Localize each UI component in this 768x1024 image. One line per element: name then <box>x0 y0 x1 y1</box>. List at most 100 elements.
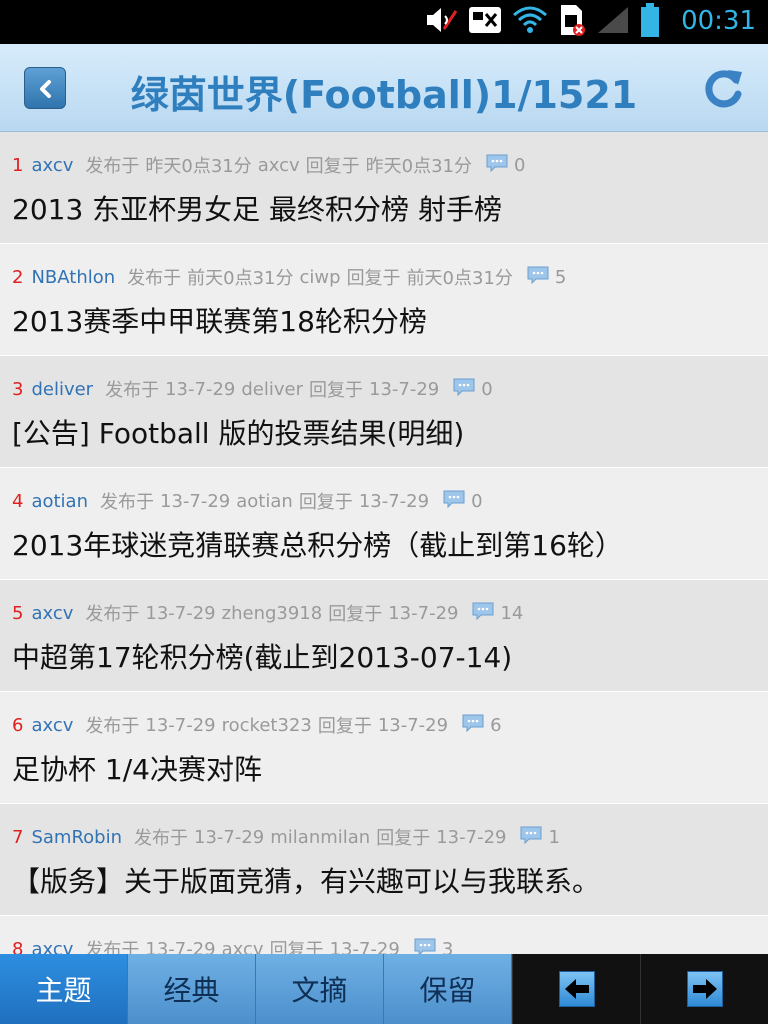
topic-title[interactable]: 2013赛季中甲联赛第18轮积分榜 <box>12 300 427 340</box>
topic-author[interactable]: axcv <box>31 155 73 176</box>
topic-author[interactable]: axcv <box>31 939 73 955</box>
topic-meta: 1 axcv 发布于 昨天0点31分 axcv 回复于 昨天0点31分 0 <box>12 152 525 178</box>
title-bar: 绿茵世界(Football)1/1521 <box>0 44 768 132</box>
topic-index: 6 <box>12 714 24 736</box>
last-replier: axcv <box>221 938 264 955</box>
topic-row[interactable]: 2 NBAthlon 发布于 前天0点31分 ciwp 回复于 前天0点31分 … <box>0 244 768 356</box>
last-replier: aotian <box>236 490 293 512</box>
topic-author[interactable]: SamRobin <box>31 827 122 848</box>
topic-title[interactable]: [公告] Football 版的投票结果(明细) <box>12 412 464 452</box>
tab-classic[interactable]: 经典 <box>128 954 256 1024</box>
reply-time: 13-7-29 <box>436 826 507 848</box>
refresh-button[interactable] <box>700 64 748 112</box>
no-sim-icon <box>468 5 502 39</box>
reply-time: 前天0点31分 <box>406 268 513 289</box>
next-page-button[interactable] <box>640 954 768 1024</box>
wifi-icon <box>512 5 548 39</box>
topic-row[interactable]: 4 aotian 发布于 13-7-29 aotian 回复于 13-7-29 … <box>0 468 768 580</box>
reply-count: 14 <box>500 602 524 624</box>
tab-reserved[interactable]: 保留 <box>384 954 512 1024</box>
reply-label: 回复于 <box>376 828 431 849</box>
reply-label: 回复于 <box>328 604 383 625</box>
topic-title[interactable]: 2013年球迷竞猜联赛总积分榜（截止到第16轮） <box>12 524 623 564</box>
comment-icon <box>443 490 465 513</box>
reply-count: 3 <box>441 938 454 955</box>
topic-title[interactable]: 2013 东亚杯男女足 最终积分榜 射手榜 <box>12 188 502 228</box>
topic-meta: 2 NBAthlon 发布于 前天0点31分 ciwp 回复于 前天0点31分 … <box>12 264 566 290</box>
posted-label: 发布于 <box>85 940 140 954</box>
comment-icon <box>520 826 542 849</box>
topic-row[interactable]: 6 axcv 发布于 13-7-29 rocket323 回复于 13-7-29… <box>0 692 768 804</box>
topic-title[interactable]: 中超第17轮积分榜(截止到2013-07-14) <box>12 636 512 676</box>
arrow-right-icon <box>692 979 717 999</box>
clock: 00:31 <box>681 6 756 36</box>
topic-author[interactable]: NBAthlon <box>31 267 115 288</box>
posted-time: 昨天0点31分 <box>145 156 252 177</box>
last-replier: milanmilan <box>270 826 371 848</box>
posted-label: 发布于 <box>85 716 140 737</box>
reply-time: 昨天0点31分 <box>365 156 473 177</box>
sim-error-icon <box>558 3 586 41</box>
topic-meta: 5 axcv 发布于 13-7-29 zheng3918 回复于 13-7-29… <box>12 600 523 626</box>
comment-icon <box>414 938 436 954</box>
posted-time: 13-7-29 <box>145 714 216 736</box>
posted-label: 发布于 <box>85 604 140 625</box>
tab-topics[interactable]: 主题 <box>0 954 128 1024</box>
last-replier: zheng3918 <box>221 602 323 624</box>
reply-time: 13-7-29 <box>369 378 440 400</box>
posted-label: 发布于 <box>134 828 188 849</box>
topic-author[interactable]: deliver <box>31 379 93 400</box>
topic-list: 1 axcv 发布于 昨天0点31分 axcv 回复于 昨天0点31分 0 20… <box>0 132 768 954</box>
arrow-left-icon <box>564 979 589 999</box>
reply-count: 0 <box>471 490 483 512</box>
topic-title[interactable]: 【版务】关于版面竞猜，有兴趣可以与我联系。 <box>12 860 600 900</box>
topic-index: 4 <box>12 490 24 512</box>
reply-label: 回复于 <box>269 940 324 954</box>
battery-icon <box>640 3 660 41</box>
topic-index: 1 <box>12 154 24 176</box>
status-icons <box>424 3 660 41</box>
reply-label: 回复于 <box>346 268 401 289</box>
topic-row[interactable]: 8 axcv 发布于 13-7-29 axcv 回复于 13-7-29 3 <box>0 916 768 954</box>
reply-label: 回复于 <box>305 156 360 177</box>
topic-author[interactable]: axcv <box>31 603 73 624</box>
reply-count: 1 <box>548 826 560 848</box>
topic-row[interactable]: 7 SamRobin 发布于 13-7-29 milanmilan 回复于 13… <box>0 804 768 916</box>
comment-icon <box>472 602 494 625</box>
last-replier: deliver <box>241 378 303 400</box>
reply-count: 0 <box>514 154 526 176</box>
reply-time: 13-7-29 <box>358 490 430 512</box>
reply-time: 13-7-29 <box>329 938 400 955</box>
comment-icon <box>527 266 549 289</box>
reply-count: 6 <box>490 714 502 736</box>
reply-count: 0 <box>481 378 493 400</box>
comment-icon <box>453 378 475 401</box>
topic-row[interactable]: 5 axcv 发布于 13-7-29 zheng3918 回复于 13-7-29… <box>0 580 768 692</box>
tab-digest[interactable]: 文摘 <box>256 954 384 1024</box>
topic-meta: 8 axcv 发布于 13-7-29 axcv 回复于 13-7-29 3 <box>12 936 453 954</box>
posted-time: 13-7-29 <box>194 826 265 848</box>
topic-index: 5 <box>12 602 24 624</box>
refresh-icon <box>705 70 742 108</box>
mute-icon <box>424 5 458 39</box>
last-replier: rocket323 <box>221 714 312 736</box>
reply-time: 13-7-29 <box>388 602 459 624</box>
last-replier: ciwp <box>299 266 341 288</box>
topic-title[interactable]: 足协杯 1/4决赛对阵 <box>12 748 262 788</box>
topic-author[interactable]: axcv <box>31 715 73 736</box>
topic-index: 7 <box>12 826 24 848</box>
reply-count: 5 <box>554 266 567 288</box>
prev-page-button[interactable] <box>512 954 640 1024</box>
posted-time: 前天0点31分 <box>187 268 294 289</box>
posted-label: 发布于 <box>85 156 140 177</box>
page-title: 绿茵世界(Football)1/1521 <box>130 73 638 117</box>
posted-time: 13-7-29 <box>165 378 236 400</box>
topic-row[interactable]: 3 deliver 发布于 13-7-29 deliver 回复于 13-7-2… <box>0 356 768 468</box>
posted-label: 发布于 <box>105 380 160 401</box>
topic-meta: 4 aotian 发布于 13-7-29 aotian 回复于 13-7-29 … <box>12 488 483 514</box>
topic-meta: 7 SamRobin 发布于 13-7-29 milanmilan 回复于 13… <box>12 824 560 850</box>
status-bar: 00:31 <box>0 0 768 44</box>
topic-author[interactable]: aotian <box>31 491 88 512</box>
topic-index: 3 <box>12 378 24 400</box>
topic-row[interactable]: 1 axcv 发布于 昨天0点31分 axcv 回复于 昨天0点31分 0 20… <box>0 132 768 244</box>
